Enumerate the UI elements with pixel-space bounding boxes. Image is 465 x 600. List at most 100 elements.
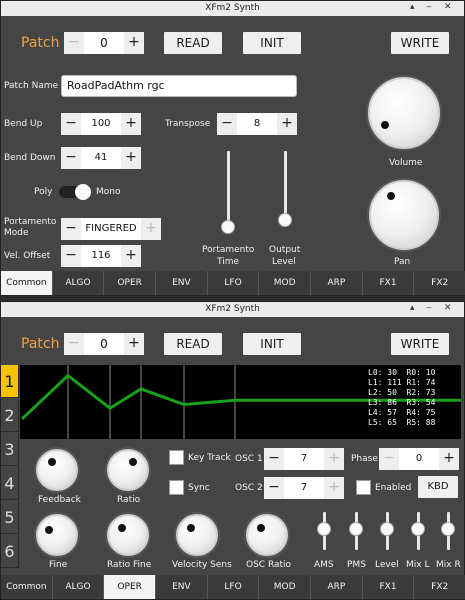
tab-lfo[interactable]: LFO xyxy=(208,271,260,295)
decrement-button[interactable]: − xyxy=(61,245,81,267)
operator-tab-2[interactable]: 2 xyxy=(1,399,19,432)
tab-mod[interactable]: MOD xyxy=(259,271,312,295)
increment-button[interactable]: + xyxy=(324,477,344,499)
enabled-checkbox[interactable] xyxy=(356,480,371,495)
tab-algo[interactable]: ALGO xyxy=(53,271,105,295)
phase-value[interactable]: 0 xyxy=(399,448,439,470)
output-level-slider-handle[interactable] xyxy=(278,213,292,227)
decrement-button[interactable]: − xyxy=(264,477,284,499)
patch-number[interactable]: 0 xyxy=(84,333,124,355)
envelope-display[interactable]: L0: 30 R0: 10 L1: 111 R1: 74 L2: 50 R2: … xyxy=(20,365,461,439)
kbd-button[interactable]: KBD xyxy=(418,476,458,498)
portamento-mode-spinbox[interactable]: − FINGERED + xyxy=(61,218,161,240)
write-button[interactable]: WRITE xyxy=(391,32,449,54)
pan-knob[interactable] xyxy=(369,180,439,250)
decrement-button[interactable]: − xyxy=(64,32,84,54)
decrement-button[interactable]: − xyxy=(61,113,81,135)
increment-button[interactable]: + xyxy=(121,245,141,267)
read-button[interactable]: READ xyxy=(164,32,222,54)
decrement-button[interactable]: − xyxy=(61,218,81,240)
velocity-sens-knob[interactable] xyxy=(176,514,218,556)
osc1-spinbox[interactable]: − 7 + xyxy=(264,448,344,470)
decrement-button[interactable]: − xyxy=(379,448,399,470)
mix-r-slider-handle[interactable] xyxy=(441,522,455,536)
operator-tab-5[interactable]: 5 xyxy=(1,501,19,534)
increment-button[interactable]: + xyxy=(324,448,344,470)
tab-algo[interactable]: ALGO xyxy=(53,575,105,599)
transpose-spinbox[interactable]: − 8 + xyxy=(217,113,297,135)
patch-name-input[interactable]: RoadPadAthm rgc xyxy=(61,75,297,97)
key-track-checkbox[interactable] xyxy=(169,450,184,465)
bend-down-value[interactable]: 41 xyxy=(81,147,121,169)
write-button[interactable]: WRITE xyxy=(391,333,449,355)
tab-oper[interactable]: OPER xyxy=(104,271,157,295)
bend-up-value[interactable]: 100 xyxy=(81,113,121,135)
increment-button[interactable]: + xyxy=(121,113,141,135)
operator-tab-4[interactable]: 4 xyxy=(1,467,19,500)
transpose-value[interactable]: 8 xyxy=(237,113,277,135)
maximize-icon[interactable]: ▴ xyxy=(410,2,415,12)
phase-spinbox[interactable]: − 0 + xyxy=(379,448,459,470)
decrement-button[interactable]: − xyxy=(264,448,284,470)
osc2-spinbox[interactable]: − 7 + xyxy=(264,477,344,499)
tab-env[interactable]: ENV xyxy=(156,271,208,295)
operator-tab-1[interactable]: 1 xyxy=(1,365,19,398)
feedback-knob[interactable] xyxy=(36,449,78,491)
tab-common[interactable]: Common xyxy=(1,271,53,295)
poly-mono-toggle[interactable] xyxy=(59,184,91,200)
osc1-value[interactable]: 7 xyxy=(284,448,324,470)
portamento-time-slider-track[interactable] xyxy=(227,151,230,231)
toggle-knob[interactable] xyxy=(75,184,91,200)
level-slider-handle[interactable] xyxy=(380,522,394,536)
portamento-mode-value[interactable]: FINGERED xyxy=(81,218,141,240)
decrement-button[interactable]: − xyxy=(217,113,237,135)
tab-oper[interactable]: OPER xyxy=(104,575,157,599)
tab-mod[interactable]: MOD xyxy=(259,575,312,599)
pms-slider-handle[interactable] xyxy=(349,522,363,536)
init-button[interactable]: INIT xyxy=(243,32,301,54)
operator-tab-3[interactable]: 3 xyxy=(1,433,19,466)
tab-fx1[interactable]: FX1 xyxy=(363,271,415,295)
decrement-button[interactable]: − xyxy=(61,147,81,169)
minimize-icon[interactable]: ‒ xyxy=(426,303,432,313)
vel-offset-value[interactable]: 116 xyxy=(81,245,121,267)
tab-fx2[interactable]: FX2 xyxy=(414,271,465,295)
operator-tab-6[interactable]: 6 xyxy=(1,535,19,568)
osc2-value[interactable]: 7 xyxy=(284,477,324,499)
maximize-icon[interactable]: ▴ xyxy=(410,303,415,313)
ams-slider-handle[interactable] xyxy=(317,522,331,536)
read-button[interactable]: READ xyxy=(164,333,222,355)
decrement-button[interactable]: − xyxy=(64,333,84,355)
fine-knob[interactable] xyxy=(36,514,78,556)
tab-arp[interactable]: ARP xyxy=(311,575,363,599)
patch-number[interactable]: 0 xyxy=(84,32,124,54)
increment-button[interactable]: + xyxy=(124,333,144,355)
tab-lfo[interactable]: LFO xyxy=(208,575,260,599)
tab-arp[interactable]: ARP xyxy=(311,271,363,295)
init-button[interactable]: INIT xyxy=(243,333,301,355)
tab-common[interactable]: Common xyxy=(1,575,53,599)
osc-ratio-knob[interactable] xyxy=(246,514,288,556)
increment-button[interactable]: + xyxy=(121,147,141,169)
close-icon[interactable]: ✕ xyxy=(444,2,452,12)
ratio-fine-knob[interactable] xyxy=(107,514,149,556)
sync-checkbox[interactable] xyxy=(169,480,184,495)
patch-spinbox[interactable]: − 0 + xyxy=(64,32,144,54)
patch-spinbox[interactable]: − 0 + xyxy=(64,333,144,355)
mix-l-slider-handle[interactable] xyxy=(411,522,425,536)
ratio-knob[interactable] xyxy=(107,449,149,491)
tab-env[interactable]: ENV xyxy=(156,575,208,599)
increment-button[interactable]: + xyxy=(277,113,297,135)
volume-knob[interactable] xyxy=(368,77,440,149)
portamento-time-slider-handle[interactable] xyxy=(221,220,235,234)
increment-button[interactable]: + xyxy=(124,32,144,54)
close-icon[interactable]: ✕ xyxy=(444,303,452,313)
increment-button[interactable]: + xyxy=(439,448,459,470)
bend-up-spinbox[interactable]: − 100 + xyxy=(61,113,141,135)
increment-button[interactable]: + xyxy=(141,218,161,240)
bend-down-spinbox[interactable]: − 41 + xyxy=(61,147,141,169)
tab-fx1[interactable]: FX1 xyxy=(363,575,415,599)
tab-fx2[interactable]: FX2 xyxy=(414,575,465,599)
minimize-icon[interactable]: ‒ xyxy=(426,2,432,12)
vel-offset-spinbox[interactable]: − 116 + xyxy=(61,245,141,267)
